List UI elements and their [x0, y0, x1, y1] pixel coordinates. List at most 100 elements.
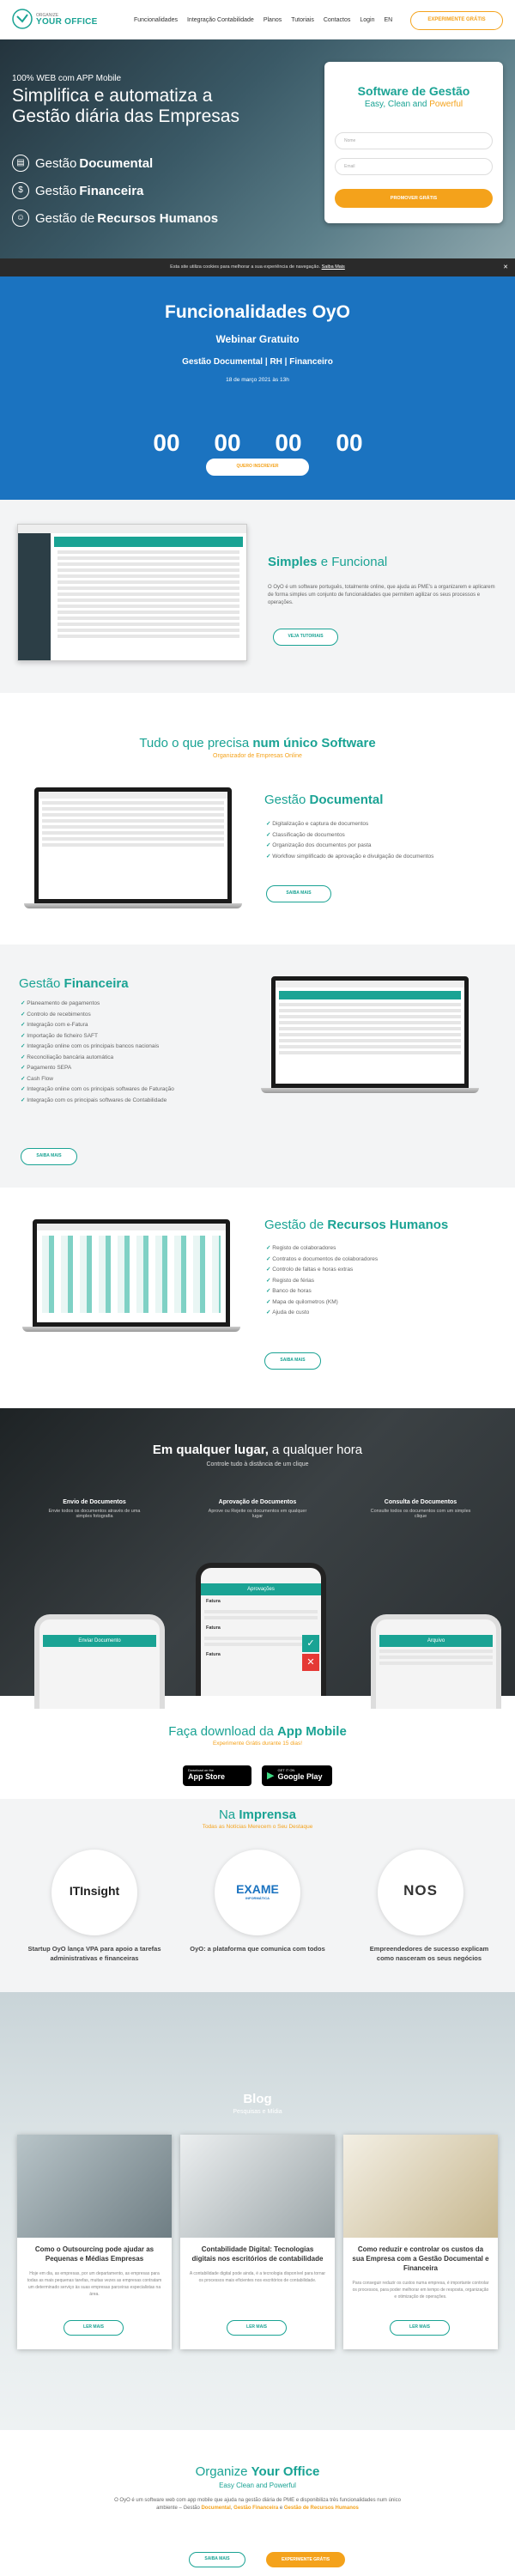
- footer-bold: Documental: [201, 2506, 231, 2511]
- footer-bold: Gestão de Recursos Humanos: [283, 2506, 359, 2511]
- laptop-base: [24, 903, 242, 908]
- nav-contactos[interactable]: Contactos: [324, 17, 351, 23]
- feature-title: Aprovação de Documentos: [218, 1499, 297, 1505]
- logo-part: IT: [69, 1884, 81, 1898]
- footer-text: e: [278, 2506, 284, 2511]
- blog-card[interactable]: Contabilidade Digital: Tecnologias digit…: [180, 2135, 335, 2349]
- close-icon[interactable]: ✕: [503, 258, 508, 276]
- blog-post-title: Contabilidade Digital: Tecnologias digit…: [191, 2245, 324, 2263]
- blog-card[interactable]: Como reduzir e controlar os custos da su…: [343, 2135, 498, 2349]
- logo-icon: [12, 9, 33, 29]
- phone-right: Arquivo: [371, 1614, 501, 1709]
- name-field[interactable]: Nome: [335, 132, 493, 149]
- hero-title: Simplifica e automatiza a Gestão diária …: [12, 86, 239, 127]
- fin-more-button[interactable]: SAIBA MAIS: [21, 1148, 77, 1165]
- feature-desc: Consulte todos os documentos com um simp…: [370, 1509, 471, 1519]
- nav-language[interactable]: EN: [385, 17, 393, 23]
- logo-part: INFORMÁTICA: [245, 1896, 270, 1900]
- google-play-badge[interactable]: ▶ GET IT ON Google Play: [262, 1765, 332, 1786]
- fin-item: Pagamento SEPA: [21, 1063, 174, 1074]
- reject-icon[interactable]: ✕: [302, 1654, 319, 1671]
- nav-planos[interactable]: Planos: [264, 17, 282, 23]
- nav-funcionalidades[interactable]: Funcionalidades: [134, 17, 178, 23]
- press-caption: Empreendedores de sucesso explicam como …: [369, 1945, 489, 1962]
- blog-subtitle: Pesquisas e Mídia: [233, 2109, 282, 2115]
- hero-title-line1: Simplifica e automatiza a: [12, 86, 213, 106]
- fin-item: Importação de ficheiro SAFT: [21, 1031, 174, 1042]
- footer-more-button[interactable]: SAIBA MAIS: [189, 2552, 245, 2567]
- cookie-bar: Esta site utiliza cookies para melhorar …: [0, 258, 515, 276]
- form-submit-button[interactable]: PROMOVER GRÁTIS: [335, 189, 493, 208]
- logo[interactable]: ORGANIZE YOUR OFFICE: [12, 9, 98, 29]
- countdown-minutes: 00: [275, 429, 302, 456]
- blog-card[interactable]: Como o Outsourcing pode ajudar as Pequen…: [17, 2135, 172, 2349]
- feature-documental: ▤ Gestão Documental: [12, 149, 218, 177]
- doc-more-button[interactable]: SAIBA MAIS: [266, 885, 331, 902]
- footer-paragraph: O OyO é um software web com app mobile q…: [103, 2497, 412, 2512]
- feature-pre: Gestão: [35, 183, 77, 198]
- doc-list: Digitalização e captura de documentos Cl…: [266, 819, 433, 862]
- read-more-button[interactable]: LER MAIS: [64, 2320, 124, 2336]
- approve-icon[interactable]: ✓: [302, 1635, 319, 1652]
- press-nos[interactable]: NOS: [378, 1850, 464, 1935]
- press-title-b: Imprensa: [239, 1807, 297, 1822]
- press-title-a: Na: [218, 1807, 239, 1822]
- read-more-button[interactable]: LER MAIS: [227, 2320, 287, 2336]
- form-subtitle-b: Powerful: [429, 100, 464, 109]
- blog-post-excerpt: Hoje em dia, as empresas, por um departa…: [27, 2271, 162, 2297]
- nav-login[interactable]: Login: [360, 17, 374, 23]
- laptop-rh-screen: [33, 1219, 230, 1327]
- money-icon: $: [12, 182, 29, 199]
- read-more-button[interactable]: LER MAIS: [390, 2320, 450, 2336]
- nav-tutoriais[interactable]: Tutoriais: [291, 17, 314, 23]
- hero-tag: 100% WEB com APP Mobile: [12, 74, 122, 83]
- rh-more-button[interactable]: SAIBA MAIS: [264, 1352, 321, 1370]
- press-itinsight[interactable]: ITInsight: [52, 1850, 137, 1935]
- signup-form: Software de Gestão Easy, Clean and Power…: [324, 62, 503, 223]
- app-title-a: Faça download da: [168, 1724, 277, 1739]
- footer-title-a: Organize: [195, 2464, 251, 2479]
- app-store-badge[interactable]: Download on the App Store: [183, 1765, 251, 1786]
- cookie-more-link[interactable]: Saiba Mais: [322, 264, 345, 270]
- phone-mid-header: Aprovações: [201, 1583, 321, 1595]
- rh-item: Registo de colaboradores: [266, 1243, 378, 1255]
- anywhere-title-a: Em qualquer lugar,: [152, 1443, 269, 1457]
- laptop-base: [261, 1088, 479, 1093]
- anywhere-title-b: a qualquer hora: [268, 1443, 363, 1457]
- hero-title-line2: Gestão diária das Empresas: [12, 106, 239, 126]
- rh-item: Mapa de quilometros (KM): [266, 1297, 378, 1309]
- app-title: Faça download da App Mobile: [0, 1724, 515, 1739]
- blog-image: [180, 2135, 335, 2238]
- android-label: Google Play: [277, 1772, 323, 1781]
- nav-integracao[interactable]: Integração Contabilidade: [187, 17, 254, 23]
- press-subtitle: Todas as Notícias Merecem o Seu Destaque: [202, 1824, 313, 1830]
- fin-title-a: Gestão: [19, 976, 64, 991]
- phone-row: Fatura: [206, 1625, 221, 1631]
- register-webinar-button[interactable]: QUERO INSCREVER: [206, 459, 309, 476]
- itinsight-logo: ITInsight: [52, 1884, 137, 1898]
- rh-title-b: Recursos Humanos: [327, 1218, 449, 1232]
- feature-rh: ☺ Gestão de Recursos Humanos: [12, 204, 218, 232]
- press-exame[interactable]: EXAME INFORMÁTICA: [215, 1850, 300, 1935]
- webinar-subtitle: Webinar Gratuito: [215, 333, 300, 345]
- blog-title: Blog: [243, 2092, 272, 2106]
- hero-features: ▤ Gestão Documental $ Gestão Financeira ☺ G…: [12, 149, 218, 232]
- fin-item: Planeamento de pagamentos: [21, 999, 174, 1010]
- rh-list: Registo de colaboradores Contratos e doc…: [266, 1243, 378, 1319]
- feature-title: Envio de Documentos: [63, 1499, 126, 1505]
- fin-item: Reconciliação bancária automática: [21, 1053, 174, 1064]
- laptop-documental-screen: [34, 787, 232, 903]
- tutorials-button[interactable]: VEJA TUTORIAIS: [273, 629, 338, 646]
- try-free-button[interactable]: EXPERIMENTE GRÁTIS: [410, 11, 503, 30]
- feature-pre: Gestão: [35, 155, 77, 171]
- app-title-b: App Mobile: [276, 1724, 347, 1739]
- phone-row: Fatura: [206, 1599, 221, 1604]
- footer-try-button[interactable]: EXPERIMENTE GRÁTIS: [266, 2552, 345, 2567]
- press-caption: Startup OyO lança VPA para apoio a taref…: [27, 1945, 161, 1962]
- feature-bold: Financeira: [79, 183, 144, 198]
- phone-right-header: Arquivo: [379, 1635, 493, 1647]
- fin-item: Cash Flow: [21, 1074, 174, 1085]
- feature-bold: Recursos Humanos: [97, 210, 219, 226]
- email-field[interactable]: Email: [335, 158, 493, 175]
- countdown-hours: 00: [214, 429, 241, 456]
